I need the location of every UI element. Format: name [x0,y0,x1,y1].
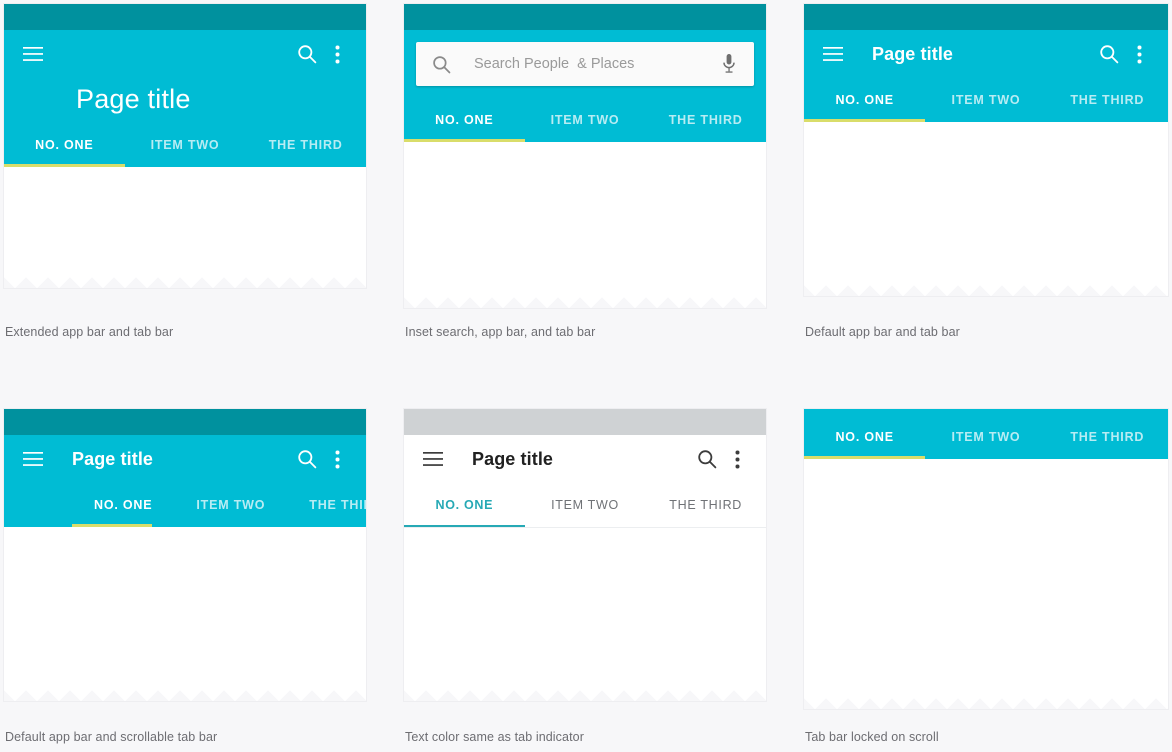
tab-indicator [804,119,926,122]
card-caption: Default app bar and tab bar [805,325,960,339]
tab-indicator [804,456,926,459]
tab-no-one[interactable]: NO. ONE [804,93,925,107]
tab-item-two[interactable]: ITEM TWO [525,498,646,512]
more-vert-icon[interactable] [322,444,352,474]
card-caption: Extended app bar and tab bar [5,325,174,339]
hamburger-menu-icon[interactable] [818,39,848,69]
app-bar: Search People & Places NO. ONE ITEM TWO … [404,30,766,142]
status-bar [804,4,1168,30]
app-bar-actions [4,30,366,78]
app-bar: Page title NO. ONE ITEM T [804,30,1168,122]
tab-no-one[interactable]: NO. ONE [404,498,525,512]
card-inset-search: Search People & Places NO. ONE ITEM TWO … [404,4,766,308]
hamburger-menu-icon[interactable] [418,444,448,474]
card-caption: Tab bar locked on scroll [805,730,939,744]
tab-bar: NO. ONE ITEM TWO THE THIRD [404,98,766,142]
tab-bar: NO. ONE ITEM TWO THE THIRD [4,123,366,167]
tab-the-third[interactable]: THE THIRD [287,498,366,512]
tab-the-third[interactable]: THE THIRD [1047,93,1168,107]
search-field[interactable]: Search People & Places [416,42,754,86]
torn-paper-edge [4,277,366,288]
status-bar [404,409,766,435]
content-sheet [404,528,766,690]
card-caption: Default app bar and scrollable tab bar [5,730,218,744]
tab-item-two[interactable]: ITEM TWO [125,138,246,152]
tab-no-one[interactable]: NO. ONE [72,498,174,512]
search-container: Search People & Places [404,30,766,98]
card-scrollable-tab-bar: Page title NO. ONE ITEM TWO THE THI [4,409,366,701]
status-bar [4,4,366,30]
tab-item-two[interactable]: ITEM TWO [925,430,1046,444]
page-title: Page title [72,448,154,469]
app-bar: Page title NO. ONE ITEM T [4,435,366,527]
card-white-app-bar: Page title NO. ONE ITEM TWO THE THIRD [404,409,766,701]
tab-indicator [72,524,152,527]
search-icon[interactable] [1094,39,1124,69]
search-icon[interactable] [292,39,322,69]
status-bar [4,409,366,435]
torn-paper-edge [804,698,1168,709]
page-title: Page title [472,448,554,469]
app-bar: NO. ONE ITEM TWO THE THIRD [804,409,1168,459]
tab-indicator [4,164,125,167]
tab-the-third[interactable]: THE THIRD [245,138,366,152]
phone-frame: Page title NO. ONE ITEM TWO THE THIRD [4,4,366,288]
content-sheet [4,167,366,277]
content-sheet [804,459,1168,698]
tab-the-third[interactable]: THE THIRD [1047,430,1168,444]
card-default-app-bar: Page title NO. ONE ITEM TWO THE THIRD [804,4,1168,296]
search-icon[interactable] [692,444,722,474]
tab-bar: NO. ONE ITEM TWO THE THIRD [404,483,766,528]
tab-the-third[interactable]: THE THIRD [645,498,766,512]
search-input[interactable]: Search People & Places [474,56,718,72]
content-sheet [404,142,766,297]
tab-no-one[interactable]: NO. ONE [4,138,125,152]
content-sheet [804,122,1168,285]
more-vert-icon[interactable] [722,444,752,474]
search-icon[interactable] [292,444,322,474]
torn-paper-edge [404,690,766,701]
tab-bar: NO. ONE ITEM TWO THE THIRD [804,78,1168,122]
hamburger-menu-icon[interactable] [18,39,48,69]
more-vert-icon[interactable] [1124,39,1154,69]
status-bar [404,4,766,30]
app-bar: Page title NO. ONE ITEM TWO THE THIRD [4,30,366,167]
phone-frame: Page title NO. ONE ITEM T [804,4,1168,296]
microphone-icon[interactable] [718,52,740,76]
card-extended-app-bar: Page title NO. ONE ITEM TWO THE THIRD [4,4,366,288]
more-vert-icon[interactable] [322,39,352,69]
tab-the-third[interactable]: THE THIRD [645,113,766,127]
app-bar-actions: Page title [4,435,366,483]
tab-item-two[interactable]: ITEM TWO [525,113,646,127]
torn-paper-edge [4,690,366,701]
page-title: Page title [872,43,954,64]
app-bar-actions: Page title [804,30,1168,78]
content-sheet [4,527,366,690]
phone-frame: NO. ONE ITEM TWO THE THIRD [804,409,1168,709]
tab-no-one[interactable]: NO. ONE [404,113,525,127]
app-bar: Page title NO. ONE ITEM T [404,435,766,528]
torn-paper-edge [804,285,1168,296]
tab-indicator [404,525,525,527]
search-icon[interactable] [430,53,452,75]
app-bar-actions: Page title [404,435,766,483]
phone-frame: Page title NO. ONE ITEM T [4,409,366,701]
card-caption: Inset search, app bar, and tab bar [405,325,596,339]
card-locked-tab-bar: NO. ONE ITEM TWO THE THIRD [804,409,1168,709]
tab-indicator [404,139,525,142]
card-caption: Text color same as tab indicator [405,730,584,744]
tab-bar: NO. ONE ITEM TWO THE THIRD [804,415,1168,459]
phone-frame: Page title NO. ONE ITEM T [404,409,766,701]
tab-item-two[interactable]: ITEM TWO [925,93,1046,107]
hamburger-menu-icon[interactable] [18,444,48,474]
page-title: Page title [76,84,191,114]
tab-bar[interactable]: NO. ONE ITEM TWO THE THIRD [4,483,366,527]
card-grid: Page title NO. ONE ITEM TWO THE THIRD Ex… [0,0,1172,752]
torn-paper-edge [404,297,766,308]
phone-frame: Search People & Places NO. ONE ITEM TWO … [404,4,766,308]
tab-no-one[interactable]: NO. ONE [804,430,925,444]
tab-item-two[interactable]: ITEM TWO [174,498,287,512]
